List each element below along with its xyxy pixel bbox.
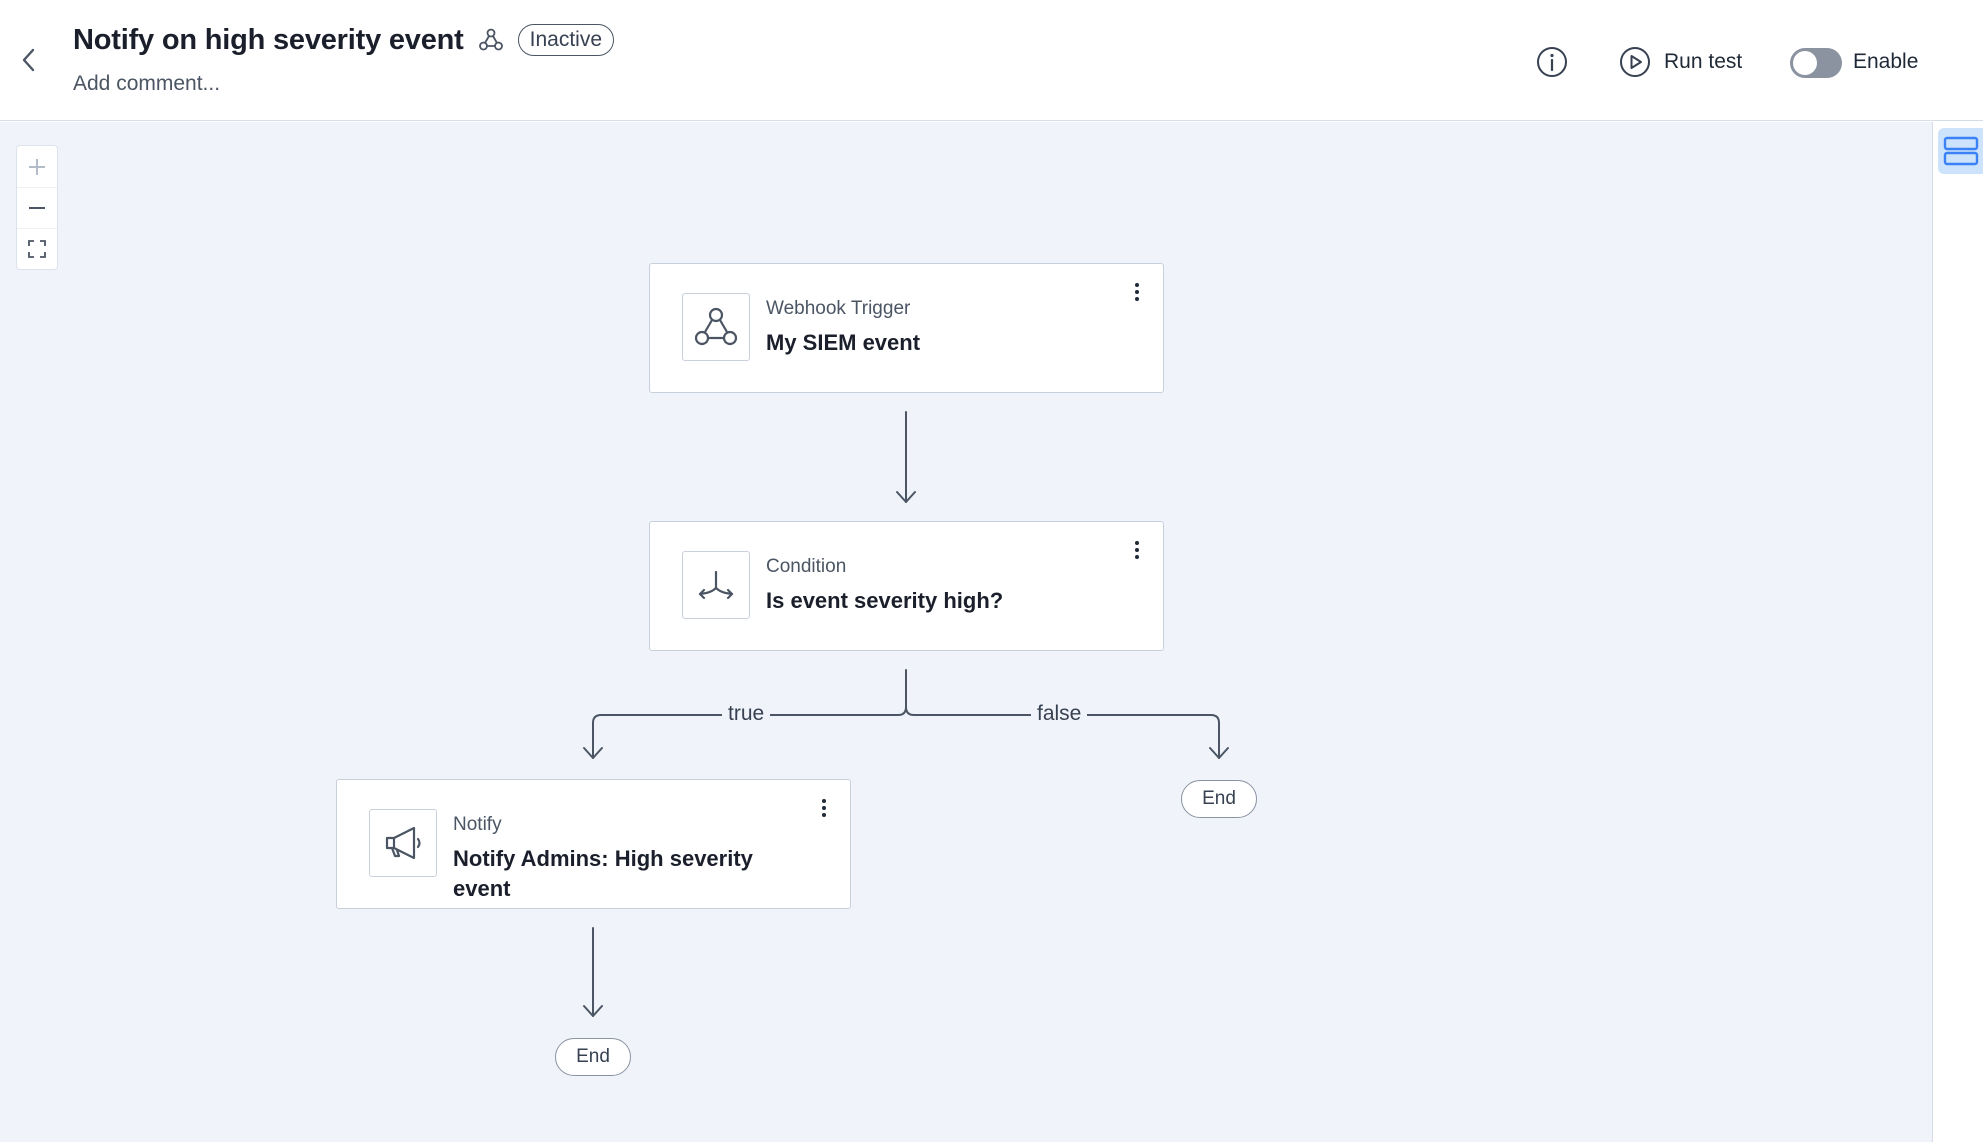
- panel-toggle-button[interactable]: [1938, 128, 1983, 174]
- end-node-notify: End: [555, 1038, 631, 1076]
- info-icon: [1537, 47, 1567, 77]
- node-name: My SIEM event: [766, 330, 921, 355]
- node-type: Notify: [453, 814, 502, 835]
- chevron-left-icon: [22, 48, 35, 72]
- enable-label: Enable: [1853, 50, 1919, 73]
- run-test-label: Run test: [1664, 50, 1743, 73]
- toggle-knob: [1793, 51, 1817, 75]
- webhook-icon: [682, 293, 750, 361]
- node-type: Webhook Trigger: [766, 298, 911, 319]
- status-badge: Inactive: [517, 24, 614, 56]
- plus-icon: [29, 158, 45, 175]
- node-name: Is event severity high?: [766, 588, 1004, 613]
- megaphone-icon: [369, 809, 437, 877]
- node-menu-button[interactable]: [1127, 280, 1147, 304]
- webhook-icon: [478, 26, 506, 54]
- zoom-controls: [16, 145, 58, 270]
- page-title: Notify on high severity event: [73, 23, 464, 56]
- node-type: Condition: [766, 556, 847, 577]
- false-branch-label: false: [1031, 702, 1088, 726]
- zoom-in-button[interactable]: [17, 146, 57, 187]
- workflow-header: Notify on high severity event Inactive A…: [0, 0, 1983, 121]
- trigger-node[interactable]: Webhook Trigger My SIEM event: [649, 263, 1164, 393]
- info-button[interactable]: [1535, 45, 1569, 79]
- minus-icon: [29, 207, 45, 209]
- true-branch-label: true: [722, 702, 771, 726]
- enable-toggle[interactable]: [1790, 48, 1842, 78]
- condition-node[interactable]: Condition Is event severity high?: [649, 521, 1164, 651]
- comment-field[interactable]: Add comment...: [73, 72, 220, 96]
- fit-view-button[interactable]: [17, 228, 57, 269]
- fullscreen-icon: [28, 240, 46, 258]
- right-side-panel: [1932, 122, 1983, 1142]
- title-row: Notify on high severity event Inactive: [73, 18, 614, 62]
- node-menu-button[interactable]: [814, 796, 834, 820]
- end-node-false: End: [1181, 780, 1257, 818]
- notify-node[interactable]: Notify Notify Admins: High severity even…: [336, 779, 851, 909]
- node-menu-button[interactable]: [1127, 538, 1147, 562]
- layout-panel-icon: [1943, 136, 1979, 166]
- zoom-out-button[interactable]: [17, 187, 57, 228]
- back-button[interactable]: [14, 44, 42, 76]
- run-test-button[interactable]: Run test: [1618, 44, 1742, 80]
- play-circle-icon: [1620, 47, 1650, 77]
- split-arrows-icon: [682, 551, 750, 619]
- node-name: Notify Admins: High severity event: [453, 846, 753, 901]
